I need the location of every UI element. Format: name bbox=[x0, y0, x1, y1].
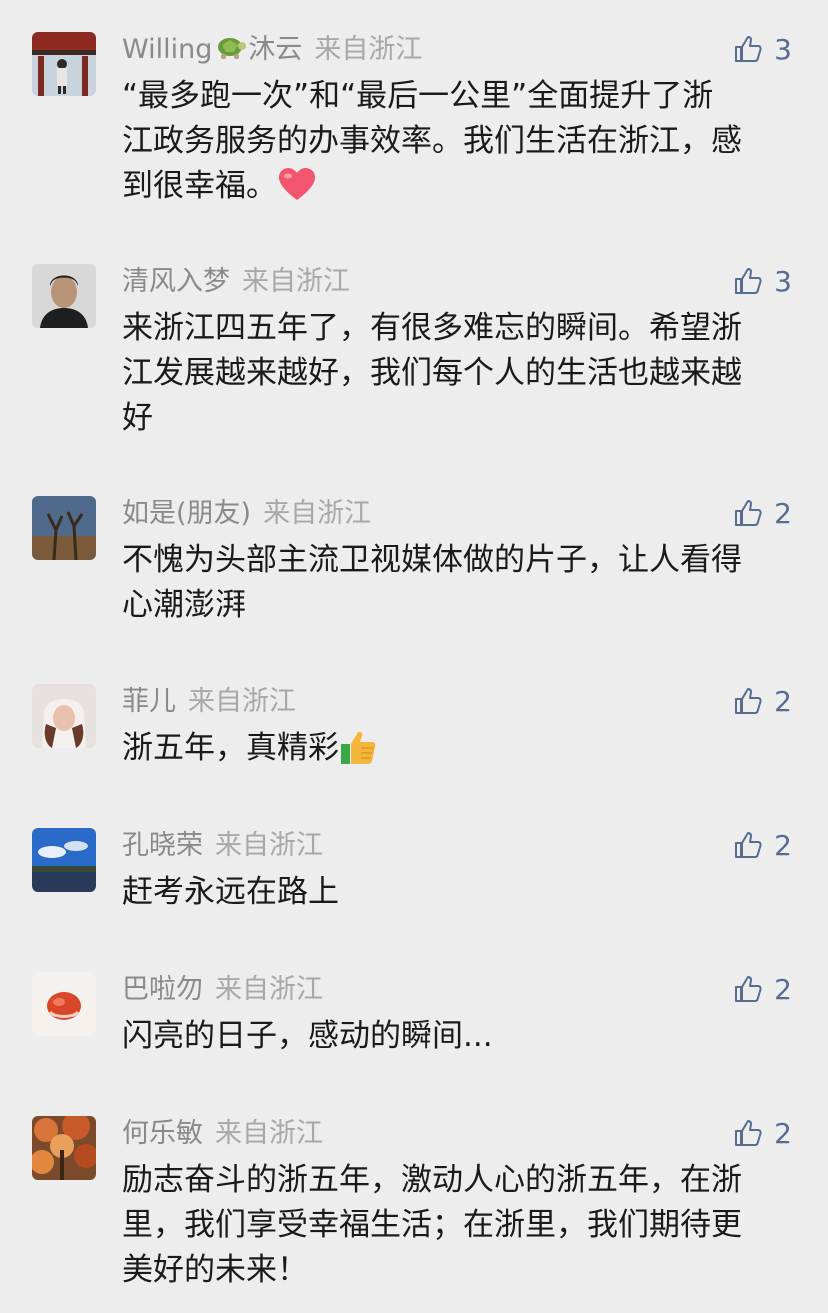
location-label: 来自浙江 bbox=[215, 974, 323, 1005]
comment-meta: 孔晓荣 来自浙江 bbox=[122, 828, 323, 864]
comment-line: “最多跑一次”和“最后一公里”全面提升了浙 bbox=[122, 78, 714, 114]
avatar[interactable] bbox=[32, 684, 96, 748]
like-count: 2 bbox=[774, 497, 792, 530]
comment-line: 不愧为头部主流卫视媒体做的片子，让人看得 bbox=[122, 542, 742, 578]
thumbs-up-icon bbox=[735, 500, 762, 526]
location-label: 来自浙江 bbox=[242, 266, 350, 297]
location-label: 来自浙江 bbox=[215, 1118, 323, 1149]
thumbs-up-icon bbox=[735, 1120, 762, 1146]
thumbs-up-icon bbox=[735, 832, 762, 858]
comment-text: 不愧为头部主流卫视媒体做的片子，让人看得 心潮澎湃 bbox=[122, 538, 798, 628]
comment-line-text: 浙五年，真精彩 bbox=[122, 730, 339, 766]
comment-meta: 如是(朋友) 来自浙江 bbox=[122, 496, 371, 532]
like-button[interactable]: 3 bbox=[732, 264, 792, 300]
commenter-name[interactable]: 清风入梦 bbox=[122, 266, 230, 297]
heart-emoji-icon bbox=[277, 166, 317, 204]
comment-text: 闪亮的日子，感动的瞬间... bbox=[122, 1014, 798, 1059]
commenter-name[interactable]: 巴啦勿 bbox=[122, 974, 203, 1005]
comment-line: 心潮澎湃 bbox=[122, 587, 246, 623]
like-count: 3 bbox=[774, 265, 792, 298]
comment-line: 好 bbox=[122, 400, 153, 436]
commenter-name[interactable]: 何乐敏 bbox=[122, 1118, 203, 1149]
like-button[interactable]: 3 bbox=[732, 32, 792, 68]
like-button[interactable]: 2 bbox=[732, 828, 792, 864]
comment-meta: Willing 沐云 来自浙江 bbox=[122, 32, 422, 68]
like-button[interactable]: 2 bbox=[732, 972, 792, 1008]
comment-line: 闪亮的日子，感动的瞬间... bbox=[122, 1018, 493, 1054]
like-count: 2 bbox=[774, 685, 792, 718]
avatar[interactable] bbox=[32, 828, 96, 892]
thumbs-up-icon bbox=[735, 36, 762, 62]
avatar[interactable] bbox=[32, 1116, 96, 1180]
comment-text: 励志奋斗的浙五年，激动人心的浙五年，在浙 里，我们享受幸福生活；在浙里，我们期待… bbox=[122, 1158, 798, 1293]
comment-line: 赶考永远在路上 bbox=[122, 874, 339, 910]
comment-line: 浙五年，真精彩 bbox=[122, 726, 798, 771]
like-button[interactable]: 2 bbox=[732, 684, 792, 720]
location-label: 来自浙江 bbox=[188, 686, 296, 717]
location-label: 来自浙江 bbox=[215, 830, 323, 861]
comment-text: “最多跑一次”和“最后一公里”全面提升了浙 江政务服务的办事效率。我们生活在浙江… bbox=[122, 74, 798, 209]
comment-line: 来浙江四五年了，有很多难忘的瞬间。希望浙 bbox=[122, 310, 742, 346]
commenter-name[interactable]: 如是(朋友) bbox=[122, 498, 251, 529]
like-count: 3 bbox=[774, 33, 792, 66]
comment-meta: 何乐敏 来自浙江 bbox=[122, 1116, 323, 1152]
comment-text: 浙五年，真精彩 bbox=[122, 726, 798, 771]
like-count: 2 bbox=[774, 973, 792, 1006]
thumbs-up-icon bbox=[735, 268, 762, 294]
commenter-name[interactable]: Willing bbox=[122, 34, 212, 65]
comment-line: 励志奋斗的浙五年，激动人心的浙五年，在浙 bbox=[122, 1162, 742, 1198]
comment-line: 美好的未来！ bbox=[122, 1252, 308, 1288]
location-label: 来自浙江 bbox=[314, 34, 423, 65]
thumbs-up-emoji-icon bbox=[339, 728, 379, 766]
comment-text: 来浙江四五年了，有很多难忘的瞬间。希望浙 江发展越来越好，我们每个人的生活也越来… bbox=[122, 306, 798, 441]
location-label: 来自浙江 bbox=[263, 498, 372, 529]
thumbs-up-icon bbox=[735, 976, 762, 1002]
turtle-emoji-icon bbox=[212, 33, 248, 63]
like-button[interactable]: 2 bbox=[732, 496, 792, 532]
comment-meta: 清风入梦 来自浙江 bbox=[122, 264, 350, 300]
comment-line-text: 到很幸福。 bbox=[122, 168, 277, 204]
commenter-name[interactable]: 孔晓荣 bbox=[122, 830, 203, 861]
thumbs-up-icon bbox=[735, 688, 762, 714]
avatar[interactable] bbox=[32, 32, 96, 96]
avatar[interactable] bbox=[32, 264, 96, 328]
avatar[interactable] bbox=[32, 972, 96, 1036]
commenter-name[interactable]: 菲儿 bbox=[122, 686, 176, 717]
comment-line: 里，我们享受幸福生活；在浙里，我们期待更 bbox=[122, 1207, 742, 1243]
comment-line: 江政务服务的办事效率。我们生活在浙江，感 bbox=[122, 123, 742, 159]
comment-meta: 巴啦勿 来自浙江 bbox=[122, 972, 323, 1008]
comment-meta: 菲儿 来自浙江 bbox=[122, 684, 296, 720]
comment-text: 赶考永远在路上 bbox=[122, 870, 798, 915]
avatar[interactable] bbox=[32, 496, 96, 560]
like-button[interactable]: 2 bbox=[732, 1116, 792, 1152]
comment-line: 江发展越来越好，我们每个人的生活也越来越 bbox=[122, 355, 742, 391]
like-count: 2 bbox=[774, 1117, 792, 1150]
comment-line: 到很幸福。 bbox=[122, 164, 798, 209]
commenter-name-suffix: 沐云 bbox=[248, 34, 303, 65]
like-count: 2 bbox=[774, 829, 792, 862]
